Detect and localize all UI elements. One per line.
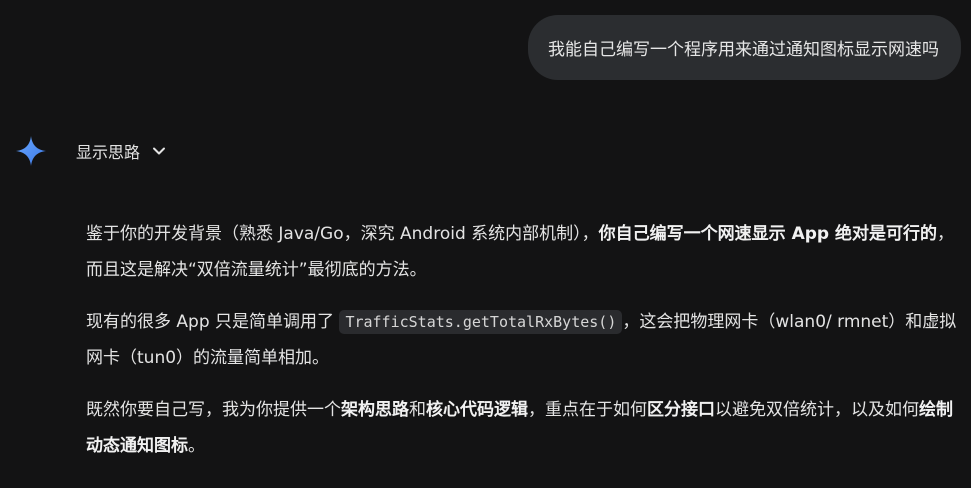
chevron-down-icon bbox=[153, 147, 166, 155]
p3-text-4: 以避免双倍统计，以及如何 bbox=[715, 400, 919, 420]
p3-text-1: 既然你要自己写，我为你提供一个 bbox=[86, 400, 341, 420]
chat-page: 我能自己编写一个程序用来通过通知图标显示网速吗 显示思路 鉴于你的开发背景（熟悉… bbox=[0, 0, 971, 488]
show-thoughts-label: 显示思路 bbox=[76, 143, 141, 162]
p3-text-3: ，重点在于如何 bbox=[528, 400, 647, 420]
p3-bold-1: 架构思路 bbox=[341, 400, 409, 420]
p1-bold-1: 你自己编写一个网速显示 App 绝对是可行的 bbox=[598, 224, 937, 244]
p2-text-1: 现有的很多 App 只是简单调用了 bbox=[86, 312, 340, 332]
gemini-spark-icon bbox=[16, 136, 46, 166]
show-thoughts-toggle[interactable]: 显示思路 bbox=[76, 138, 166, 164]
user-message-bubble: 我能自己编写一个程序用来通过通知图标显示网速吗 bbox=[528, 15, 961, 80]
assistant-response: 鉴于你的开发背景（熟悉 Java/Go，深究 Android 系统内部机制），你… bbox=[86, 216, 958, 480]
p3-text-5: 。 bbox=[188, 436, 205, 456]
inline-code: TrafficStats.getTotalRxBytes() bbox=[339, 310, 623, 334]
user-message-text: 我能自己编写一个程序用来通过通知图标显示网速吗 bbox=[548, 40, 939, 60]
response-paragraph-3: 既然你要自己写，我为你提供一个架构思路和核心代码逻辑，重点在于如何区分接口以避免… bbox=[86, 392, 958, 464]
response-paragraph-1: 鉴于你的开发背景（熟悉 Java/Go，深究 Android 系统内部机制），你… bbox=[86, 216, 958, 288]
response-paragraph-2: 现有的很多 App 只是简单调用了 TrafficStats.getTotalR… bbox=[86, 304, 958, 376]
p3-bold-2: 核心代码逻辑 bbox=[426, 400, 528, 420]
p1-text-1: 鉴于你的开发背景（熟悉 Java/Go，深究 Android 系统内部机制）， bbox=[86, 224, 599, 244]
p3-bold-3: 区分接口 bbox=[647, 400, 715, 420]
p3-text-2: 和 bbox=[409, 400, 426, 420]
